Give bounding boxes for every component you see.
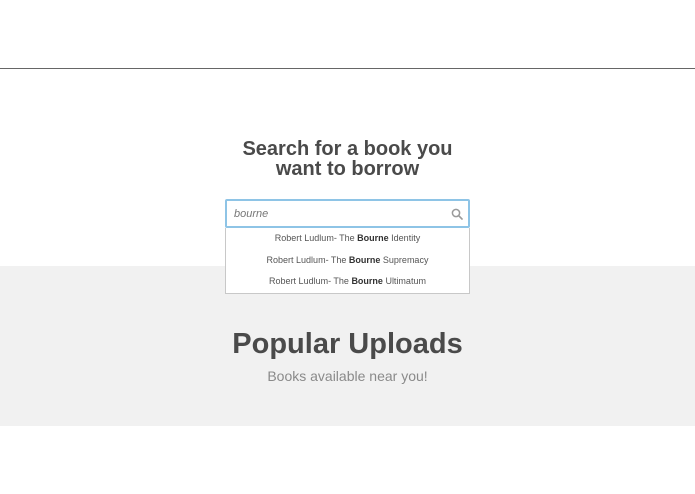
search-heading-line-1: Search for a book you — [242, 138, 453, 160]
suggestion-prefix: Robert Ludlum- The — [269, 276, 352, 287]
suggestion-suffix: Ultimatum — [382, 276, 426, 287]
search-suggestions: Robert Ludlum- The Bourne Identity Rober… — [225, 228, 470, 294]
suggestion-match: Bourne — [351, 276, 383, 287]
search-box[interactable] — [225, 199, 470, 228]
search-icon[interactable] — [451, 207, 463, 220]
suggestion-suffix: Identity — [388, 233, 421, 243]
page: Search for a book you want to borrow Rob… — [0, 0, 695, 494]
search-input[interactable] — [227, 201, 437, 226]
suggestion-item[interactable]: Robert Ludlum- The Bourne Identity — [226, 228, 469, 250]
suggestion-prefix: Robert Ludlum- The — [266, 254, 349, 265]
suggestion-item[interactable]: Robert Ludlum- The Bourne Supremacy — [226, 250, 469, 272]
suggestion-item[interactable]: Robert Ludlum- The Bourne Ultimatum — [226, 271, 469, 293]
suggestion-suffix: Supremacy — [380, 254, 429, 265]
suggestion-match: Bourne — [348, 254, 381, 265]
header-divider — [0, 68, 695, 69]
search-heading: Search for a book you want to borrow — [0, 139, 695, 179]
suggestion-match: Bourne — [357, 233, 389, 243]
popular-uploads-subtitle: Books available near you! — [267, 368, 428, 384]
search-heading-line-2: want to borrow — [275, 158, 420, 180]
popular-uploads-title: Popular Uploads — [232, 328, 463, 360]
suggestion-prefix: Robert Ludlum- The — [274, 233, 358, 243]
